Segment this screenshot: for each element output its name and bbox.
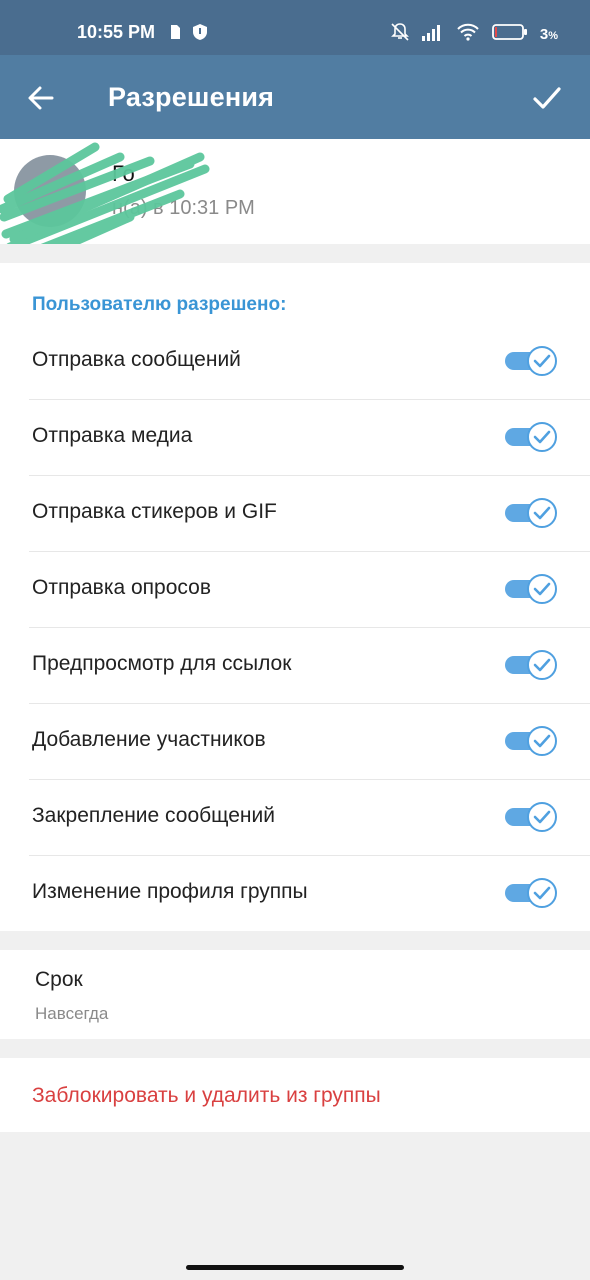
permission-send-messages[interactable]: Отправка сообщений (0, 324, 590, 400)
check-icon (533, 354, 551, 368)
permission-toggle[interactable] (505, 574, 557, 604)
permission-link-preview[interactable]: Предпросмотр для ссылок (0, 628, 590, 704)
home-indicator[interactable] (186, 1265, 404, 1270)
status-right-icons: 3% (390, 22, 558, 47)
restriction-term[interactable]: Срок Навсегда (0, 950, 590, 1039)
permission-add-members[interactable]: Добавление участников (0, 704, 590, 780)
toggle-knob (527, 802, 557, 832)
check-icon (533, 582, 551, 596)
redaction-scribble (0, 142, 210, 244)
arrow-left-icon (28, 86, 54, 110)
toggle-knob (527, 878, 557, 908)
section-header: Пользователю разрешено: (32, 294, 287, 315)
toggle-knob (527, 574, 557, 604)
permission-toggle[interactable] (505, 346, 557, 376)
app-bar: Разрешения (0, 55, 590, 139)
check-icon (533, 506, 551, 520)
ban-and-remove-button[interactable]: Заблокировать и удалить из группы (0, 1058, 590, 1132)
check-icon (533, 658, 551, 672)
permission-send-media[interactable]: Отправка медиа (0, 400, 590, 476)
checkmark-icon (533, 87, 561, 109)
shield-icon (193, 24, 207, 45)
toggle-knob (527, 422, 557, 452)
user-card[interactable]: Го н(а) в 10:31 PM (0, 139, 590, 244)
check-icon (533, 734, 551, 748)
permission-label: Добавление участников (32, 728, 266, 751)
permission-label: Отправка медиа (32, 424, 193, 447)
check-icon (533, 810, 551, 824)
permission-label: Отправка опросов (32, 576, 211, 599)
check-icon (533, 430, 551, 444)
permission-toggle[interactable] (505, 802, 557, 832)
permission-change-group-info[interactable]: Изменение профиля группы (0, 856, 590, 932)
page-title: Разрешения (108, 82, 275, 112)
permission-label: Изменение профиля группы (32, 880, 308, 903)
done-button[interactable] (531, 82, 563, 114)
signal-icon (421, 23, 444, 46)
status-time: 10:55 PM (77, 22, 156, 42)
status-left-icons (169, 24, 207, 45)
permission-send-polls[interactable]: Отправка опросов (0, 552, 590, 628)
permission-pin-messages[interactable]: Закрепление сообщений (0, 780, 590, 856)
permission-label: Отправка стикеров и GIF (32, 500, 277, 523)
sim-card-icon (169, 24, 181, 45)
check-icon (533, 886, 551, 900)
bell-off-icon (390, 22, 410, 47)
ban-label: Заблокировать и удалить из группы (32, 1084, 381, 1107)
status-bar: 10:55 PM 3% (0, 0, 590, 55)
back-button[interactable] (26, 83, 56, 113)
toggle-knob (527, 498, 557, 528)
permission-send-stickers-gif[interactable]: Отправка стикеров и GIF (0, 476, 590, 552)
toggle-knob (527, 346, 557, 376)
permission-label: Закрепление сообщений (32, 804, 275, 827)
toggle-knob (527, 650, 557, 680)
permission-toggle[interactable] (505, 726, 557, 756)
term-title: Срок (35, 968, 83, 991)
battery-icon (491, 23, 528, 46)
battery-percent: 3% (539, 26, 558, 43)
permission-toggle[interactable] (505, 498, 557, 528)
toggle-knob (527, 726, 557, 756)
permissions-section: Пользователю разрешено: Отправка сообщен… (0, 263, 590, 931)
permission-label: Предпросмотр для ссылок (32, 652, 292, 675)
permission-toggle[interactable] (505, 878, 557, 908)
permission-toggle[interactable] (505, 650, 557, 680)
permission-toggle[interactable] (505, 422, 557, 452)
wifi-icon (456, 23, 480, 46)
term-value: Навсегда (35, 1004, 109, 1023)
permission-label: Отправка сообщений (32, 348, 241, 371)
